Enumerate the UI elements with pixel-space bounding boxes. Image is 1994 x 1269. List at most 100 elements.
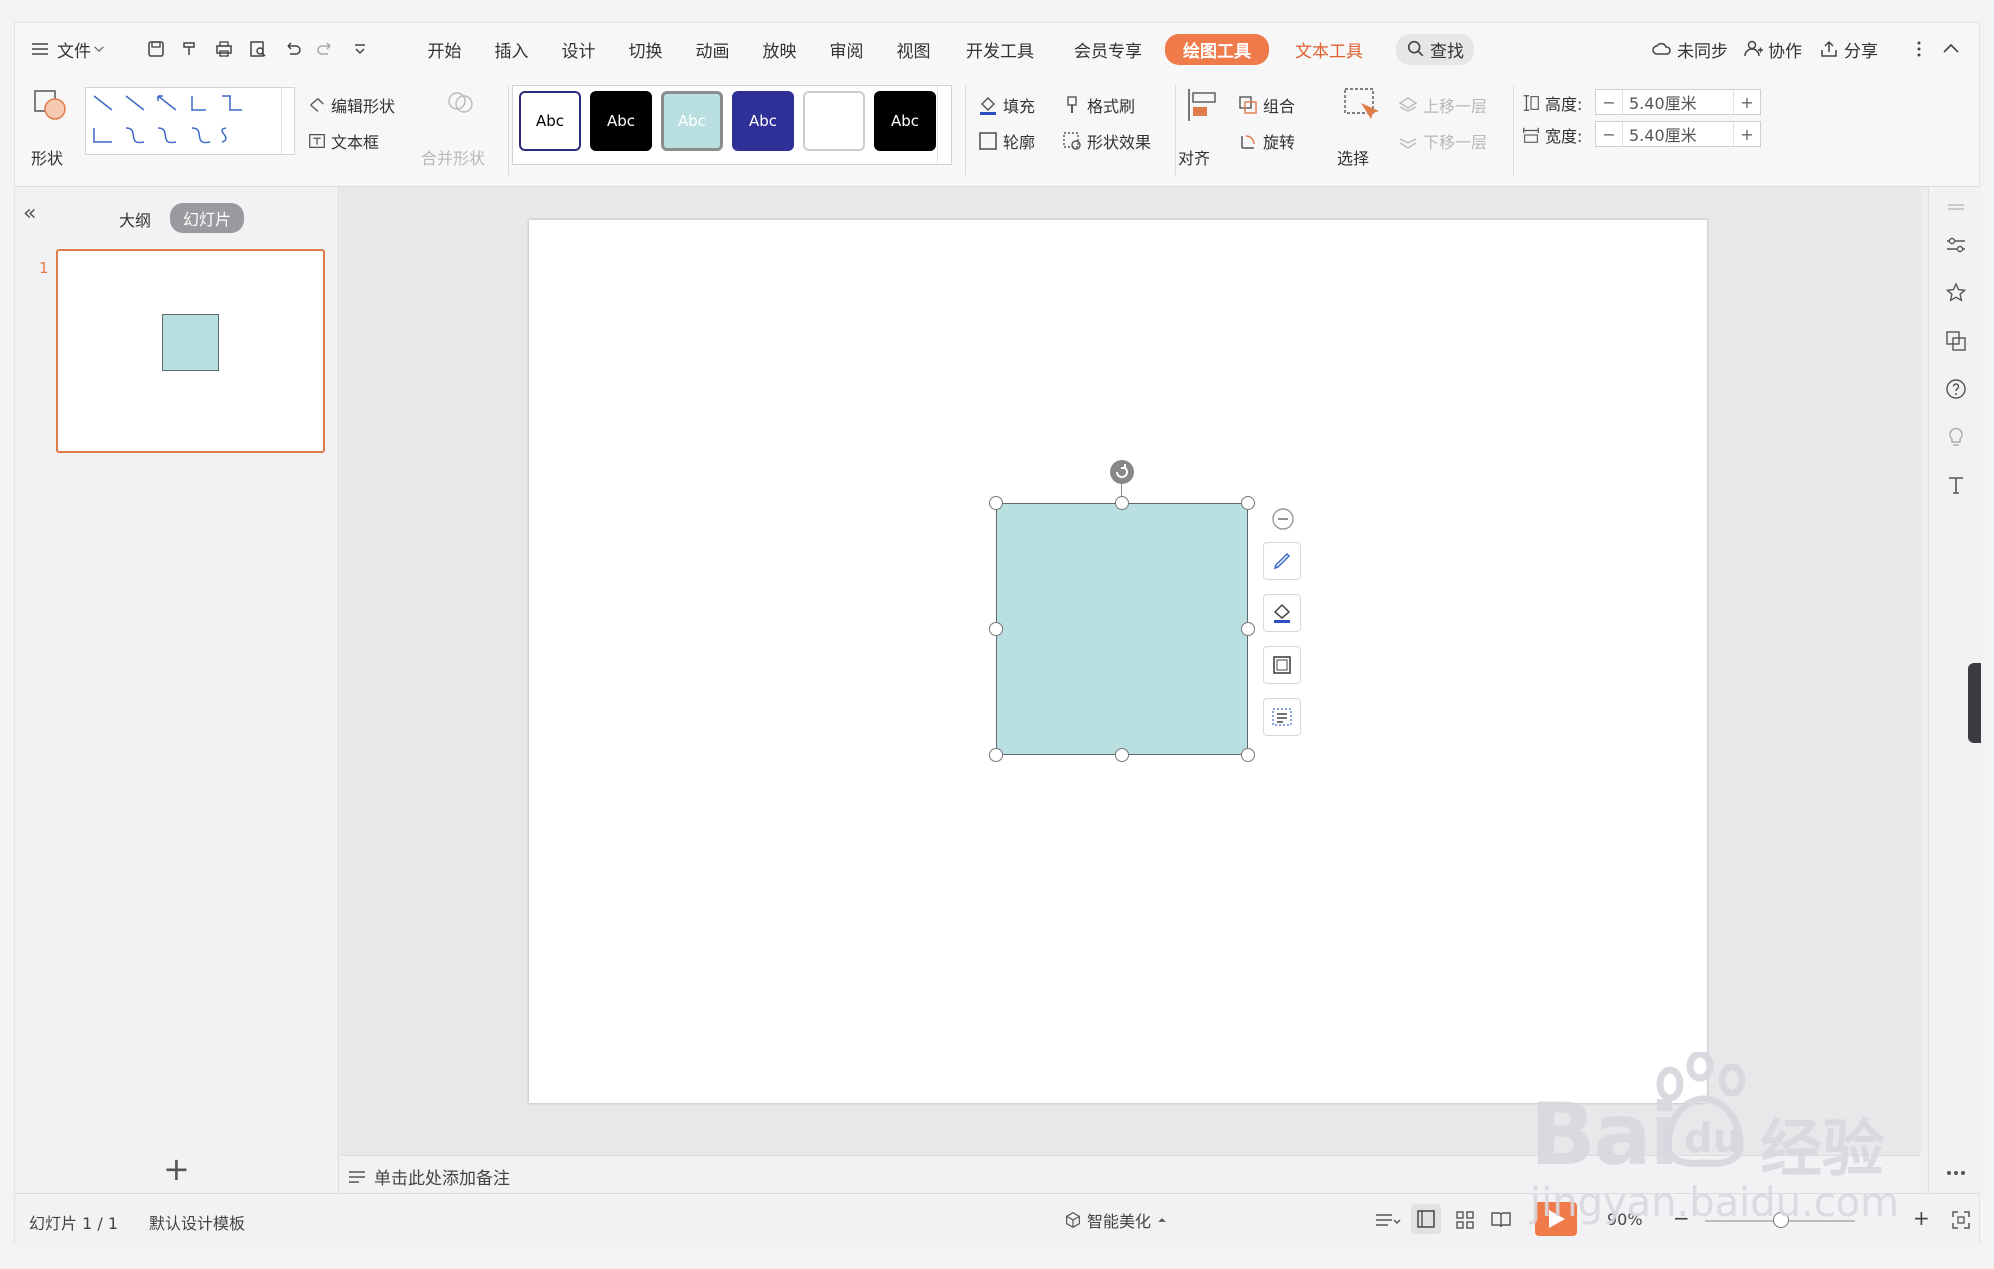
resize-handle-top-right[interactable] <box>1241 496 1255 510</box>
save-icon[interactable] <box>145 38 167 60</box>
height-increase[interactable]: + <box>1734 93 1760 112</box>
float-fill-button[interactable] <box>1263 594 1301 632</box>
format-brush-button[interactable]: 格式刷 <box>1061 93 1135 117</box>
collapse-float-toolbar-icon[interactable] <box>1271 507 1295 531</box>
notes-toggle-icon[interactable] <box>1373 1208 1401 1232</box>
vertical-scrollbar[interactable] <box>1915 197 1921 1157</box>
tab-member[interactable]: 会员专享 <box>1053 37 1163 62</box>
edit-shape-button[interactable]: 编辑形状 <box>307 93 395 117</box>
tab-home[interactable]: 开始 <box>411 37 478 62</box>
textbox-button[interactable]: 文本框 <box>307 129 379 153</box>
side-panel-pull-tab[interactable] <box>1968 663 1981 743</box>
resize-handle-bottom[interactable] <box>1115 748 1129 762</box>
tab-transitions[interactable]: 切换 <box>612 37 679 62</box>
select-button[interactable]: 选择 <box>1337 145 1369 169</box>
shape-style-1[interactable]: Abc <box>519 91 581 151</box>
tab-text-tools[interactable]: 文本工具 <box>1295 23 1363 75</box>
file-menu[interactable]: 文件 <box>29 23 107 75</box>
resize-handle-top[interactable] <box>1115 496 1129 510</box>
align-button[interactable]: 对齐 <box>1178 145 1210 169</box>
shape-style-4[interactable]: Abc <box>732 91 794 151</box>
send-backward-button[interactable]: 下移一层 <box>1397 129 1487 153</box>
float-brush-button[interactable] <box>1263 542 1301 580</box>
reading-view-icon[interactable] <box>1489 1208 1513 1232</box>
properties-icon[interactable] <box>1944 233 1968 257</box>
tab-developer[interactable]: 开发工具 <box>947 37 1053 62</box>
normal-view-button[interactable] <box>1411 1204 1441 1234</box>
share-button[interactable]: 分享 <box>1818 23 1878 75</box>
redo-icon[interactable] <box>315 38 337 60</box>
lightbulb-icon[interactable] <box>1944 425 1968 449</box>
select-icon <box>1341 85 1381 129</box>
width-input[interactable]: − 5.40厘米 + <box>1595 121 1761 147</box>
smart-beautify-button[interactable]: 智能美化 <box>1063 1208 1169 1232</box>
more-horizontal-icon[interactable] <box>1944 1161 1968 1185</box>
float-outline-button[interactable] <box>1263 646 1301 684</box>
transform-icon[interactable] <box>1944 329 1968 353</box>
more-menu[interactable] <box>1908 23 1930 75</box>
bring-forward-button[interactable]: 上移一层 <box>1397 93 1487 117</box>
collapse-panel-button[interactable]: « <box>23 201 36 226</box>
float-text-layout-button[interactable] <box>1263 698 1301 736</box>
shape-style-2[interactable]: Abc <box>590 91 652 151</box>
sync-label: 未同步 <box>1677 41 1728 62</box>
resize-handle-left[interactable] <box>989 622 1003 636</box>
tab-view[interactable]: 视图 <box>880 37 947 62</box>
width-decrease[interactable]: − <box>1596 125 1622 144</box>
customize-toolbar-icon[interactable] <box>349 38 371 60</box>
tab-drawing-tools[interactable]: 绘图工具 <box>1165 23 1269 75</box>
tab-slideshow[interactable]: 放映 <box>746 37 813 62</box>
star-icon[interactable] <box>1944 281 1968 305</box>
tab-insert[interactable]: 插入 <box>478 37 545 62</box>
textbox-label: 文本框 <box>331 133 380 152</box>
format-painter-icon[interactable] <box>179 38 201 60</box>
resize-handle-top-left[interactable] <box>989 496 1003 510</box>
tab-outline[interactable]: 大纲 <box>119 207 151 231</box>
search-button[interactable]: 查找 <box>1396 23 1474 75</box>
template-name[interactable]: 默认设计模板 <box>149 1210 245 1234</box>
resize-handle-right[interactable] <box>1241 622 1255 636</box>
height-input[interactable]: − 5.40厘米 + <box>1595 89 1761 115</box>
zoom-in-button[interactable]: + <box>1913 1206 1930 1230</box>
group-button[interactable]: 组合 <box>1237 93 1295 117</box>
print-icon[interactable] <box>213 38 235 60</box>
height-value[interactable]: 5.40厘米 <box>1622 90 1734 114</box>
help-icon[interactable] <box>1944 377 1968 401</box>
tab-slides[interactable]: 幻灯片 <box>170 203 245 233</box>
outline-button[interactable]: 轮廓 <box>977 129 1035 153</box>
merge-shape-label[interactable]: 合并形状 <box>421 145 485 169</box>
shape-button[interactable] <box>31 85 71 125</box>
width-value[interactable]: 5.40厘米 <box>1622 122 1734 146</box>
print-preview-icon[interactable] <box>247 38 269 60</box>
gallery-scroll[interactable] <box>281 87 295 155</box>
width-increase[interactable]: + <box>1734 125 1760 144</box>
tab-design[interactable]: 设计 <box>545 37 612 62</box>
slide-thumbnail[interactable] <box>56 249 325 453</box>
grid-view-icon[interactable] <box>1453 1208 1477 1232</box>
tab-drawing-tools-label: 绘图工具 <box>1165 33 1269 65</box>
tab-review[interactable]: 审阅 <box>813 37 880 62</box>
shape-style-3[interactable]: Abc <box>661 91 723 151</box>
edit-shape-label: 编辑形状 <box>331 97 396 116</box>
add-slide-button[interactable]: + <box>163 1153 190 1185</box>
rotate-handle-icon[interactable] <box>1109 459 1135 485</box>
shape-gallery[interactable] <box>85 87 295 155</box>
resize-handle-bottom-right[interactable] <box>1241 748 1255 762</box>
collapse-ribbon[interactable] <box>1940 23 1962 75</box>
fill-button[interactable]: 填充 <box>977 93 1035 117</box>
shape-effect-button[interactable]: 形状效果 <box>1061 129 1151 153</box>
shape-style-6[interactable]: Abc <box>874 91 936 151</box>
style-gallery-scroll[interactable] <box>937 85 952 165</box>
sync-status[interactable]: 未同步 <box>1651 23 1728 75</box>
selected-square-shape[interactable] <box>996 503 1248 755</box>
fit-window-icon[interactable] <box>1949 1208 1973 1232</box>
height-decrease[interactable]: − <box>1596 93 1622 112</box>
shape-style-5[interactable] <box>803 91 865 151</box>
tab-animation[interactable]: 动画 <box>679 37 746 62</box>
resize-handle-bottom-left[interactable] <box>989 748 1003 762</box>
text-icon[interactable] <box>1944 473 1968 497</box>
collab-button[interactable]: 协作 <box>1742 23 1802 75</box>
rotate-button[interactable]: 旋转 <box>1237 129 1295 153</box>
undo-icon[interactable] <box>281 38 303 60</box>
shape-label[interactable]: 形状 <box>31 145 63 169</box>
